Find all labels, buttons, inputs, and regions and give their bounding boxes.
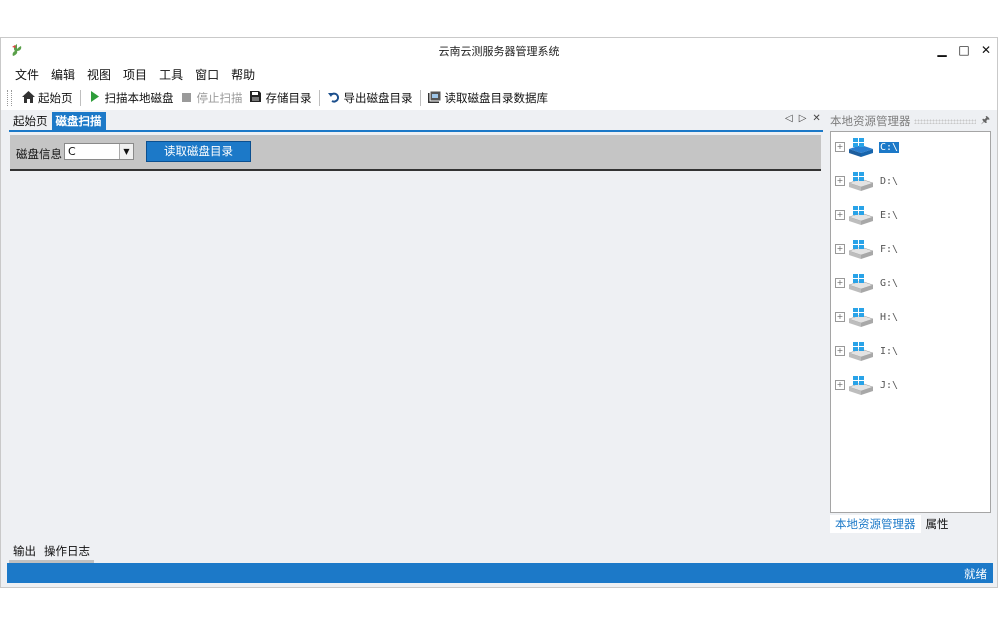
right-panel-title: 本地资源管理器 xyxy=(830,114,911,128)
scan-label: 扫描本地磁盘 xyxy=(104,91,174,105)
document-tabs: 起始页 磁盘扫描 xyxy=(9,112,106,130)
pin-icon[interactable]: 🖈 xyxy=(981,113,990,130)
right-panel-tabs: 本地资源管理器 属性 xyxy=(830,515,954,533)
drive-label: D:\ xyxy=(880,175,899,187)
tree-item-drive-d[interactable]: + D:\ xyxy=(835,170,899,192)
save-label: 存储目录 xyxy=(265,91,312,105)
disk-scan-document: 磁盘信息 C ▼ 读取磁盘目录 xyxy=(9,130,823,542)
drive-label: J:\ xyxy=(880,379,899,391)
toolbar-grip[interactable] xyxy=(7,90,12,106)
tab-prev-icon[interactable]: ◁ xyxy=(785,113,793,124)
home-button[interactable]: 起始页 xyxy=(18,87,76,109)
tree-item-drive-i[interactable]: + I:\ xyxy=(835,340,899,362)
app-window: 云南云测服务器管理系统 ▁ □ ✕ 文件 编辑 视图 项目 工具 窗口 帮助 起… xyxy=(0,37,998,588)
read-disk-db-button[interactable]: 读取磁盘目录数据库 xyxy=(425,87,552,109)
drive-icon xyxy=(848,342,874,361)
toolbar-separator xyxy=(318,90,320,106)
maximize-button[interactable]: □ xyxy=(953,38,975,62)
tab-controls: ◁ ▷ ✕ xyxy=(785,113,821,124)
drive-icon xyxy=(848,308,874,327)
window-title: 云南云测服务器管理系统 xyxy=(438,45,560,58)
tab-disk-scan[interactable]: 磁盘扫描 xyxy=(51,112,106,130)
drive-label: G:\ xyxy=(880,277,899,289)
stop-scan-button[interactable]: 停止扫描 xyxy=(177,87,246,109)
bottom-panel-tabs: 输出 操作日志 xyxy=(9,542,94,563)
home-label: 起始页 xyxy=(38,91,73,105)
expand-icon[interactable]: + xyxy=(835,380,845,390)
save-directory-button[interactable]: 存储目录 xyxy=(246,87,315,109)
menu-bar: 文件 编辑 视图 项目 工具 窗口 帮助 xyxy=(1,62,997,86)
read-disk-directory-button[interactable]: 读取磁盘目录 xyxy=(146,141,251,162)
export-label: 导出磁盘目录 xyxy=(343,91,413,105)
title-bar: 云南云测服务器管理系统 ▁ □ ✕ xyxy=(1,38,997,62)
expand-icon[interactable]: + xyxy=(835,244,845,254)
tab-output[interactable]: 输出 xyxy=(9,542,40,563)
main-toolbar: 起始页 扫描本地磁盘 停止扫描 存储目录 导出磁盘目录 读取磁盘目录数据库 xyxy=(1,86,997,110)
drive-label: I:\ xyxy=(880,345,899,357)
disk-info-bar: 磁盘信息 C ▼ 读取磁盘目录 xyxy=(10,135,821,171)
menu-project[interactable]: 项目 xyxy=(117,66,153,83)
drive-icon xyxy=(848,376,874,395)
menu-edit[interactable]: 编辑 xyxy=(45,66,81,83)
drive-icon xyxy=(848,240,874,259)
menu-window[interactable]: 窗口 xyxy=(189,66,225,83)
export-disk-directory-button[interactable]: 导出磁盘目录 xyxy=(324,87,416,109)
read-db-label: 读取磁盘目录数据库 xyxy=(444,91,549,105)
drive-icon xyxy=(848,206,874,225)
save-icon xyxy=(249,91,263,105)
tree-item-drive-f[interactable]: + F:\ xyxy=(835,238,899,260)
drive-icon xyxy=(848,274,874,293)
toolbar-separator xyxy=(419,90,421,106)
drive-label: H:\ xyxy=(880,311,899,323)
panel-drag-grip[interactable] xyxy=(914,119,976,124)
tab-properties[interactable]: 属性 xyxy=(921,515,954,533)
expand-icon[interactable]: + xyxy=(835,210,845,220)
tree-item-drive-c[interactable]: + C:\ xyxy=(835,136,900,158)
tree-item-drive-g[interactable]: + G:\ xyxy=(835,272,899,294)
toolbar-separator xyxy=(79,90,81,106)
tree-item-drive-e[interactable]: + E:\ xyxy=(835,204,899,226)
disk-info-label: 磁盘信息 xyxy=(16,147,62,161)
drive-icon xyxy=(849,138,873,157)
close-button[interactable]: ✕ xyxy=(975,38,997,62)
tab-start-page[interactable]: 起始页 xyxy=(9,112,52,130)
expand-icon[interactable]: + xyxy=(835,312,845,322)
drive-label: E:\ xyxy=(880,209,899,221)
menu-help[interactable]: 帮助 xyxy=(225,66,261,83)
tab-operation-log[interactable]: 操作日志 xyxy=(40,542,94,563)
tab-next-icon[interactable]: ▷ xyxy=(799,113,807,124)
home-icon xyxy=(21,90,35,106)
expand-icon[interactable]: + xyxy=(835,346,845,356)
disk-select-value: C xyxy=(68,145,76,158)
tree-item-drive-j[interactable]: + J:\ xyxy=(835,374,899,396)
menu-tools[interactable]: 工具 xyxy=(153,66,189,83)
scan-local-disk-button[interactable]: 扫描本地磁盘 xyxy=(85,87,177,109)
status-text: 就绪 xyxy=(964,567,987,581)
drive-label: C:\ xyxy=(879,141,900,153)
play-icon xyxy=(88,91,102,105)
expand-icon[interactable]: + xyxy=(835,278,845,288)
disk-select[interactable]: C ▼ xyxy=(64,143,134,160)
expand-icon[interactable]: + xyxy=(835,142,845,152)
menu-view[interactable]: 视图 xyxy=(81,66,117,83)
local-resource-tree: + C:\ + D:\ + E:\ + F:\ + G:\ + H:\ + I:… xyxy=(830,131,991,513)
drive-icon xyxy=(848,172,874,191)
undo-icon xyxy=(327,91,341,106)
tree-item-drive-h[interactable]: + H:\ xyxy=(835,306,899,328)
tab-close-icon[interactable]: ✕ xyxy=(812,113,820,124)
chevron-down-icon[interactable]: ▼ xyxy=(119,144,133,159)
drive-label: F:\ xyxy=(880,243,899,255)
tab-local-resource-manager[interactable]: 本地资源管理器 xyxy=(830,515,921,533)
expand-icon[interactable]: + xyxy=(835,176,845,186)
minimize-button[interactable]: ▁ xyxy=(931,38,953,62)
menu-file[interactable]: 文件 xyxy=(9,66,45,83)
database-icon xyxy=(428,90,442,106)
status-bar: 就绪 xyxy=(7,563,993,583)
right-panel-header: 本地资源管理器 🖈 xyxy=(830,113,992,129)
stop-label: 停止扫描 xyxy=(196,91,243,105)
stop-icon xyxy=(180,91,194,105)
